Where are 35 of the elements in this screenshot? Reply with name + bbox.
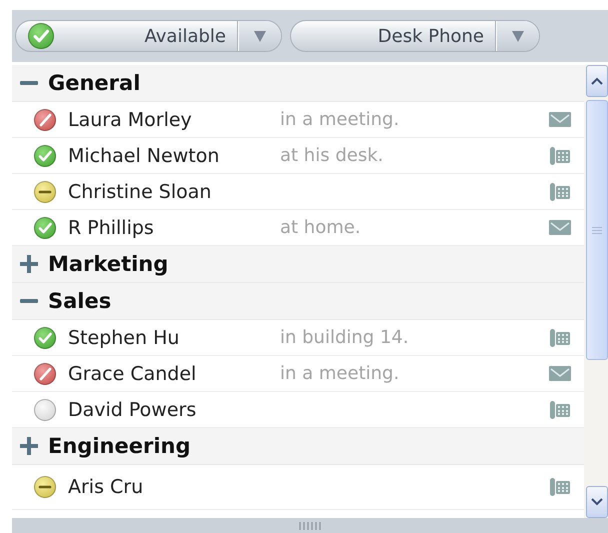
contact-name[interactable]: Christine Sloan xyxy=(68,180,280,202)
expand-icon[interactable] xyxy=(20,255,38,273)
status-note: at his desk. xyxy=(280,145,384,166)
scroll-up-button[interactable] xyxy=(586,65,608,97)
contact-name[interactable]: Michael Newton xyxy=(68,144,280,166)
contact-name[interactable]: Grace Candel xyxy=(68,362,280,384)
group-name[interactable]: General xyxy=(48,71,140,95)
envelope-icon[interactable] xyxy=(549,366,571,381)
group-name[interactable]: Marketing xyxy=(48,252,168,276)
phone-icon[interactable] xyxy=(550,478,570,496)
phone-icon[interactable] xyxy=(550,146,570,164)
expand-icon[interactable] xyxy=(20,437,38,455)
phone-icon[interactable] xyxy=(550,400,570,418)
scrollbar-thumb[interactable] xyxy=(586,100,608,360)
phone-icon[interactable] xyxy=(550,182,570,200)
caret-icon xyxy=(254,30,266,42)
resize-grip-icon[interactable] xyxy=(299,520,321,530)
status-note: in a meeting. xyxy=(280,109,400,130)
presence-dropdown[interactable]: Available xyxy=(15,20,282,52)
contact-name[interactable]: David Powers xyxy=(68,398,280,420)
contact-name[interactable]: Aris Cru xyxy=(68,476,280,498)
contact-name[interactable]: Laura Morley xyxy=(68,108,280,130)
envelope-icon[interactable] xyxy=(549,220,571,235)
group-name[interactable]: Sales xyxy=(48,289,112,313)
contact-name[interactable]: Stephen Hu xyxy=(68,326,280,348)
status-note: in building 14. xyxy=(280,327,409,348)
status-note: in a meeting. xyxy=(280,363,400,384)
contact-name[interactable]: R Phillips xyxy=(68,216,280,238)
phone-icon[interactable] xyxy=(550,328,570,346)
device-dropdown[interactable]: Desk Phone xyxy=(290,20,540,52)
caret-icon xyxy=(512,30,524,42)
scroll-down-button[interactable] xyxy=(586,486,608,518)
envelope-icon[interactable] xyxy=(549,112,571,127)
status-note: at home. xyxy=(280,217,361,238)
group-name[interactable]: Engineering xyxy=(48,434,190,458)
